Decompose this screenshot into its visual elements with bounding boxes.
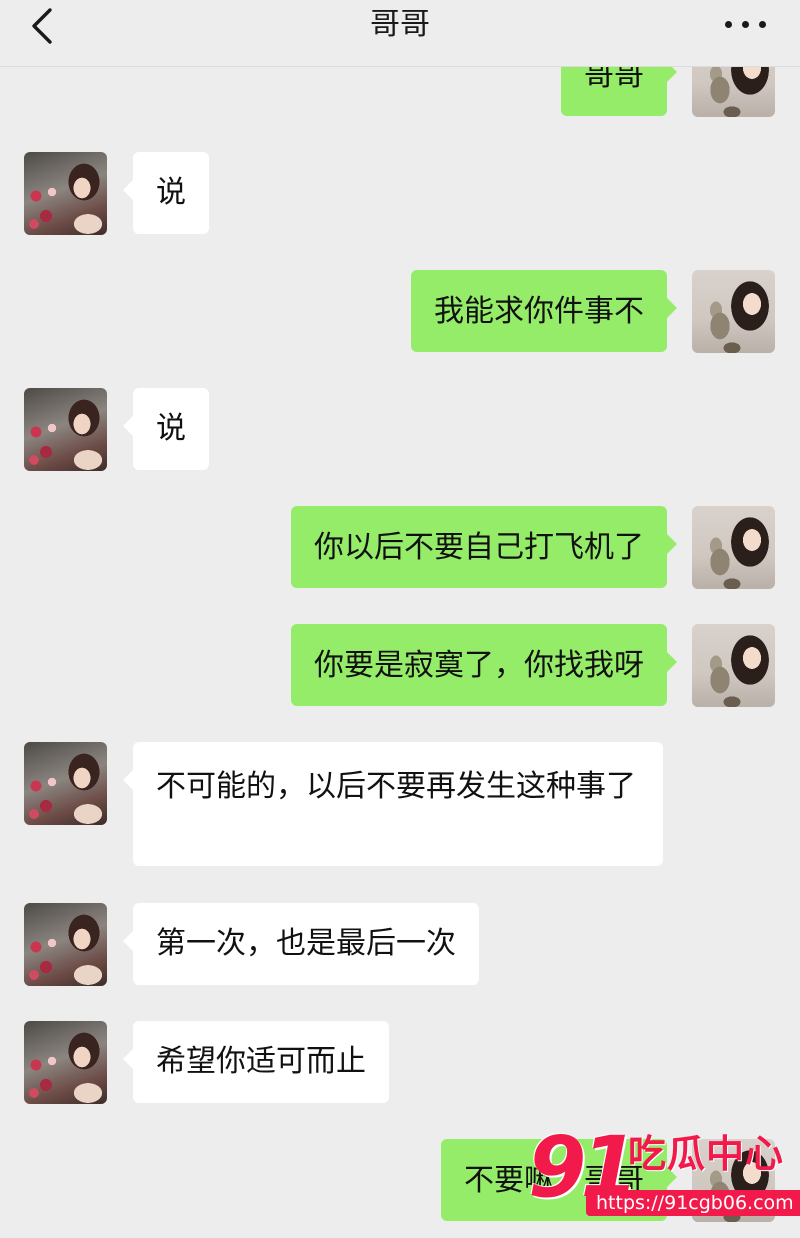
message-text: 希望你适可而止 [156, 1044, 366, 1079]
my-avatar[interactable] [692, 506, 775, 589]
message-text: 说 [156, 175, 186, 210]
message-bubble-outgoing[interactable]: 我能求你件事不 [411, 270, 677, 352]
contact-avatar[interactable] [24, 742, 107, 825]
message-bubble-incoming[interactable]: 不可能的，以后不要再发生这种事了 [123, 742, 663, 866]
message-bubble-incoming[interactable]: 说 [123, 152, 209, 234]
message-bubble-outgoing[interactable]: 你要是寂寞了，你找我呀 [291, 624, 677, 706]
message-text: 我能求你件事不 [434, 294, 644, 329]
message-text: 不可能的，以后不要再发生这种事了 [156, 769, 636, 804]
contact-avatar[interactable] [24, 152, 107, 235]
my-avatar[interactable] [692, 624, 775, 707]
chat-title: 哥哥 [370, 7, 430, 42]
watermark-url: https://91cgb06.com [586, 1190, 800, 1216]
contact-avatar[interactable] [24, 1021, 107, 1104]
message-bubble-outgoing[interactable]: 你以后不要自己打飞机了 [291, 506, 677, 588]
site-watermark: 91 吃瓜中心 https://91cgb06.com [528, 1122, 800, 1224]
message-text: 你要是寂寞了，你找我呀 [314, 648, 644, 683]
message-bubble-incoming[interactable]: 希望你适可而止 [123, 1021, 389, 1103]
watermark-site-name: 吃瓜中心 [628, 1132, 785, 1176]
more-button[interactable] [722, 6, 770, 42]
message-text: 第一次，也是最后一次 [156, 926, 456, 961]
message-bubble-incoming[interactable]: 第一次，也是最后一次 [123, 903, 479, 985]
my-avatar[interactable] [692, 270, 775, 353]
contact-avatar[interactable] [24, 388, 107, 471]
message-text: 你以后不要自己打飞机了 [314, 530, 644, 565]
contact-avatar[interactable] [24, 903, 107, 986]
more-dots-icon [725, 21, 732, 28]
message-bubble-incoming[interactable]: 说 [123, 388, 209, 470]
chat-header: 哥哥 [0, 0, 800, 67]
message-text: 说 [156, 411, 186, 446]
